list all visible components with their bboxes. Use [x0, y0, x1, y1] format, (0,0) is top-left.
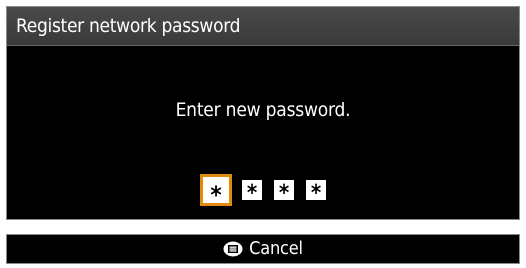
cancel-button[interactable]: Cancel — [7, 235, 519, 263]
password-prompt: Enter new password. — [175, 99, 351, 121]
register-password-dialog: Register network password Enter new pass… — [6, 6, 520, 220]
password-digits: * * * * — [200, 172, 338, 208]
cancel-bar[interactable]: Cancel — [6, 234, 520, 264]
password-digit-2[interactable]: * — [242, 180, 262, 200]
menu-button-icon — [223, 241, 243, 257]
dialog-title-bar: Register network password — [7, 7, 519, 46]
password-digit-4[interactable]: * — [306, 180, 326, 200]
cancel-label: Cancel — [249, 238, 303, 259]
password-digit-1[interactable]: * — [200, 174, 232, 206]
dialog-title: Register network password — [16, 15, 241, 37]
password-digit-3[interactable]: * — [274, 180, 294, 200]
